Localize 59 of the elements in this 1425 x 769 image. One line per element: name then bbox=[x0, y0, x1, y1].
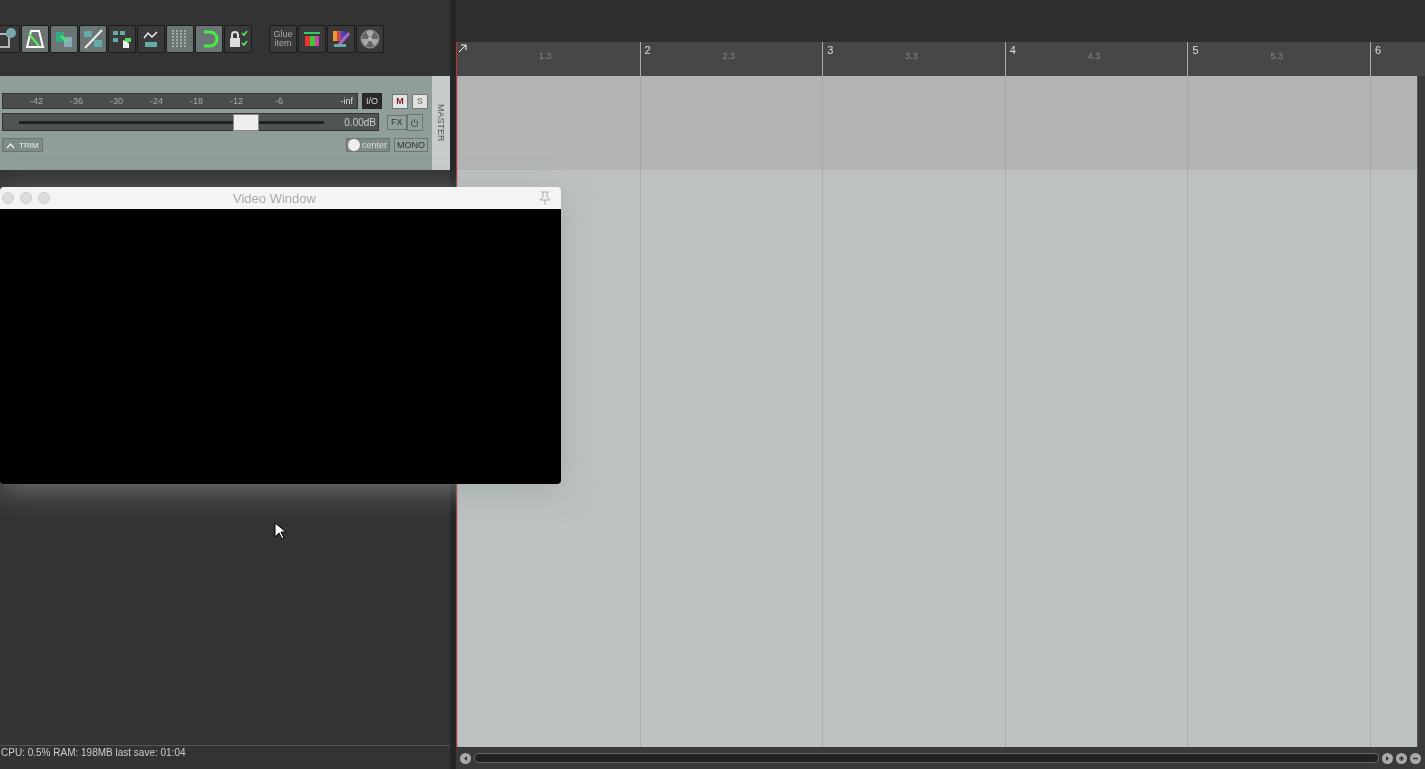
envelope-caret-icon bbox=[6, 141, 15, 149]
meter-tick-label: -30 bbox=[109, 96, 123, 106]
grid-button[interactable] bbox=[166, 25, 194, 53]
scroll-left-icon[interactable] bbox=[460, 752, 471, 764]
beat-label: 2.3 bbox=[722, 51, 736, 61]
bar-number: 2 bbox=[644, 44, 651, 56]
start-marker-icon[interactable] bbox=[458, 44, 467, 53]
beat-label: 5.3 bbox=[1270, 51, 1283, 61]
meter-tick-label: -36 bbox=[69, 96, 83, 106]
fx-button[interactable]: FX bbox=[387, 114, 407, 130]
fader-thumb[interactable] bbox=[232, 113, 259, 131]
radiation-icon bbox=[359, 28, 381, 50]
glue-item-button[interactable]: Glue item bbox=[269, 25, 297, 53]
meter-tick-label: -24 bbox=[149, 96, 163, 106]
meter-tick-label: -6 bbox=[274, 96, 283, 106]
doc-button[interactable] bbox=[0, 25, 20, 53]
bar-number: 4 bbox=[1009, 44, 1016, 56]
arrange-area[interactable] bbox=[456, 76, 1417, 747]
trim-button[interactable]: TRIM bbox=[2, 138, 43, 152]
radiation-button[interactable] bbox=[356, 25, 384, 53]
volume-fader[interactable]: 0.00dB bbox=[2, 113, 379, 131]
loop-button[interactable] bbox=[195, 25, 223, 53]
meter-tick-label: -18 bbox=[189, 96, 203, 106]
track-name: MASTER bbox=[432, 76, 450, 170]
bar-number: 6 bbox=[1374, 44, 1382, 56]
colors-button[interactable] bbox=[298, 25, 326, 53]
mono-button[interactable]: MONO bbox=[394, 138, 428, 152]
lock-icon bbox=[227, 28, 249, 50]
solo-button[interactable]: S bbox=[412, 93, 428, 109]
scroll-right-icon[interactable] bbox=[1382, 752, 1393, 764]
pan-knob[interactable]: center bbox=[346, 138, 390, 152]
mute-button[interactable]: M bbox=[392, 93, 408, 109]
hand-cursor-icon bbox=[111, 28, 133, 50]
mouse-cursor-icon bbox=[274, 522, 286, 540]
lock-button[interactable] bbox=[224, 25, 252, 53]
document-icon bbox=[0, 28, 17, 50]
metronome-icon bbox=[24, 28, 46, 50]
meter-tick-label: -12 bbox=[229, 96, 243, 106]
beat-label: 1.3 bbox=[539, 51, 552, 61]
meter-tick-label: -42 bbox=[29, 96, 43, 106]
envelope-button[interactable] bbox=[137, 25, 165, 53]
bar-number: 3 bbox=[827, 44, 834, 56]
metronome-button[interactable] bbox=[21, 25, 49, 53]
vertical-scrollbar[interactable] bbox=[1417, 76, 1425, 747]
grouping-icon bbox=[82, 28, 104, 50]
brush-button[interactable] bbox=[327, 25, 355, 53]
status-text: CPU: 0.5% RAM: 198MB last save: 01:04 bbox=[0, 745, 450, 764]
zoom-out-icon[interactable] bbox=[1410, 752, 1421, 764]
group-button[interactable] bbox=[79, 25, 107, 53]
snap-button[interactable] bbox=[50, 25, 78, 53]
volume-readout: 0.00dB bbox=[344, 116, 377, 128]
zoom-in-icon[interactable] bbox=[1396, 752, 1407, 764]
paintbrush-icon bbox=[330, 28, 352, 50]
horizontal-scrollbar[interactable] bbox=[474, 753, 1379, 763]
window-title: Video Window bbox=[233, 190, 316, 206]
bar-number: 5 bbox=[1192, 44, 1199, 56]
edit-button[interactable] bbox=[108, 25, 136, 53]
peak-readout: -inf bbox=[340, 96, 354, 106]
io-button[interactable]: I/O bbox=[362, 93, 382, 109]
